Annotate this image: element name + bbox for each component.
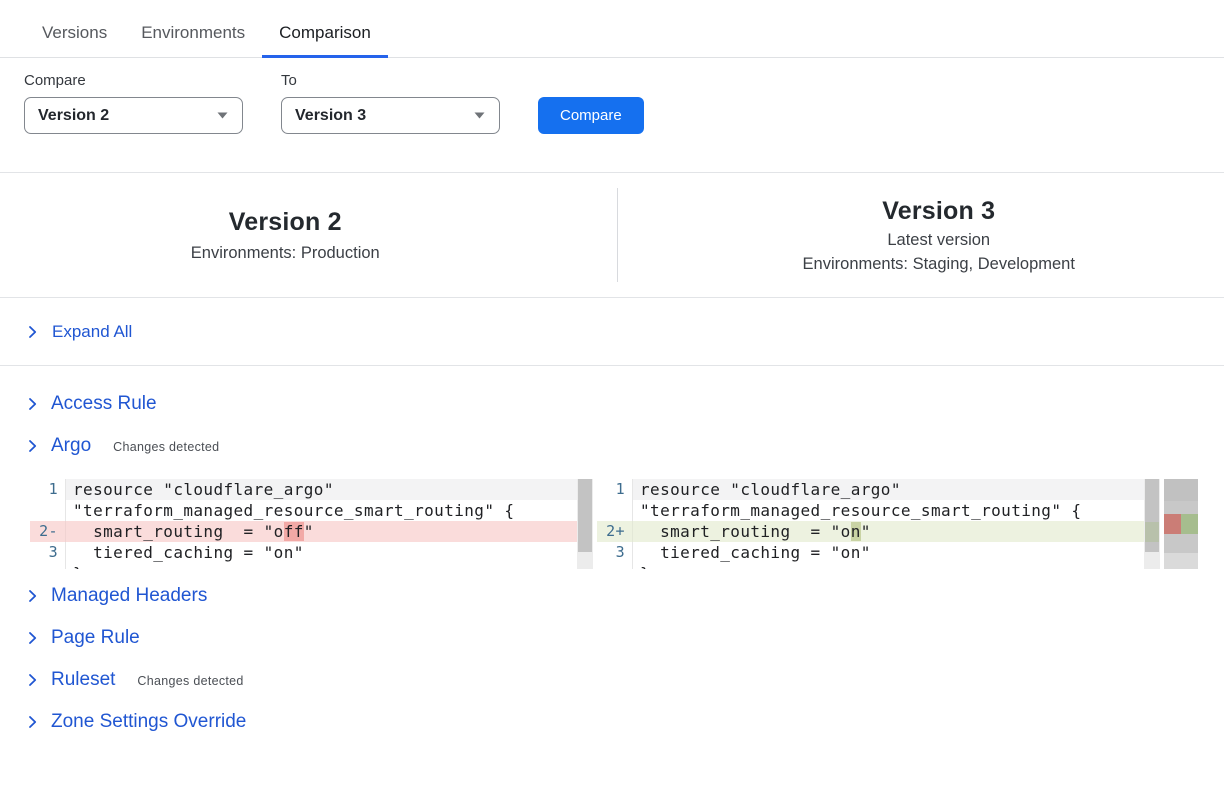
code-line-added: 2+ smart_routing = "on" [597,521,1144,542]
code-text: } [66,563,577,569]
compare-version-select[interactable]: Version 2 [24,97,243,134]
code-text: "terraform_managed_resource_smart_routin… [66,500,577,521]
tab-versions[interactable]: Versions [25,14,124,58]
version-right-latest: Latest version [678,231,1201,250]
code-line: 3 tiered_caching = "on" [30,542,577,563]
section-ruleset[interactable]: Ruleset Changes detected [0,668,1224,692]
code-line: 3 tiered_caching = "on" [597,542,1144,563]
diff-overview-minimap[interactable] [1164,479,1198,569]
section-label: Ruleset [51,669,115,691]
line-number: 2- [30,521,66,542]
chevron-right-icon [27,631,38,645]
code-text: tiered_caching = "on" [66,542,577,563]
version-left-title: Version 2 [24,208,547,237]
expand-all-row[interactable]: Expand All [0,298,1224,365]
code-line-removed: 2- smart_routing = "off" [30,521,577,542]
changes-detected-badge: Changes detected [113,438,219,454]
code-line: 1 resource "cloudflare_argo" [597,479,1144,500]
to-version-select[interactable]: Version 3 [281,97,500,134]
added-word-highlight: n [851,522,861,541]
line-number: 3 [30,542,66,563]
code-line: 1 resource "cloudflare_argo" [30,479,577,500]
section-argo[interactable]: Argo Changes detected [0,434,1224,458]
line-number [597,500,633,521]
code-text: resource "cloudflare_argo" [66,479,577,500]
tab-environments[interactable]: Environments [124,14,262,58]
version-left-header: Version 2 Environments: Production [24,208,617,263]
code-text: } [633,563,1144,569]
diff-right-code: 1 resource "cloudflare_argo" "terraform_… [597,479,1144,569]
chevron-right-icon [27,589,38,603]
code-line-clipped: } [597,563,1144,569]
code-text: "terraform_managed_resource_smart_routin… [633,500,1144,521]
minimap-shade [1164,479,1198,501]
diff-right-panel: 1 resource "cloudflare_argo" "terraform_… [597,479,1160,569]
chevron-right-icon [27,439,38,453]
compare-field: Compare Version 2 [24,72,243,134]
code-text: resource "cloudflare_argo" [633,479,1144,500]
to-field: To Version 3 [281,72,500,134]
compare-version-value: Version 2 [38,107,109,125]
section-label: Page Rule [51,627,140,649]
compare-form: Compare Version 2 To Version 3 Compare [24,72,1200,134]
section-label: Zone Settings Override [51,711,246,733]
line-number: 1 [597,479,633,500]
line-number [30,500,66,521]
section-label: Argo [51,435,91,457]
minimap-removed-marker [1164,514,1181,534]
caret-down-icon [474,112,485,119]
code-line-wrap: "terraform_managed_resource_smart_routin… [30,500,577,521]
chevron-right-icon [27,673,38,687]
code-text: smart_routing = "off" [66,521,577,542]
compare-button[interactable]: Compare [538,97,644,134]
line-number: 3 [597,542,633,563]
comparison-page: Versions Environments Comparison Compare… [0,0,1224,788]
section-zone-settings-override[interactable]: Zone Settings Override [0,710,1224,734]
section-label: Managed Headers [51,585,207,607]
minimap-added-marker [1181,514,1198,534]
line-number: 2+ [597,521,633,542]
version-right-environments: Environments: Staging, Development [678,255,1201,274]
line-number: 1 [30,479,66,500]
caret-down-icon [217,112,228,119]
chevron-right-icon [27,325,38,339]
chevron-right-icon [27,715,38,729]
code-text: tiered_caching = "on" [633,542,1144,563]
argo-diff: 1 resource "cloudflare_argo" "terraform_… [30,479,1224,569]
resource-sections: Access Rule Argo Changes detected 1 reso… [0,366,1224,734]
diff-left-scrollbar[interactable] [577,479,593,569]
version-right-header: Version 3 Latest version Environments: S… [618,197,1201,274]
code-line-wrap: "terraform_managed_resource_smart_routin… [597,500,1144,521]
section-managed-headers[interactable]: Managed Headers [0,584,1224,608]
code-line-clipped: } [30,563,577,569]
removed-word-highlight: ff [284,522,304,541]
section-page-rule[interactable]: Page Rule [0,626,1224,650]
minimap-shade [1164,553,1198,569]
code-text: smart_routing = "on" [633,521,1144,542]
tab-comparison[interactable]: Comparison [262,14,388,58]
section-access-rule[interactable]: Access Rule [0,392,1224,416]
diff-right-scrollbar[interactable] [1144,479,1160,569]
changes-detected-badge: Changes detected [137,672,243,688]
diff-left-code: 1 resource "cloudflare_argo" "terraform_… [30,479,577,569]
to-version-value: Version 3 [295,107,366,125]
tab-bar: Versions Environments Comparison [0,0,1224,58]
to-label: To [281,72,500,89]
diff-left-panel: 1 resource "cloudflare_argo" "terraform_… [30,479,593,569]
version-left-environments: Environments: Production [24,244,547,263]
scrollbar-thumb[interactable] [578,479,592,552]
expand-all-label: Expand All [52,322,132,342]
line-number [30,563,66,569]
version-right-title: Version 3 [678,197,1201,226]
version-headers: Version 2 Environments: Production Versi… [24,173,1200,297]
line-number [597,563,633,569]
section-label: Access Rule [51,393,157,415]
scrollbar-added-tint [1145,522,1159,542]
compare-label: Compare [24,72,243,89]
chevron-right-icon [27,397,38,411]
